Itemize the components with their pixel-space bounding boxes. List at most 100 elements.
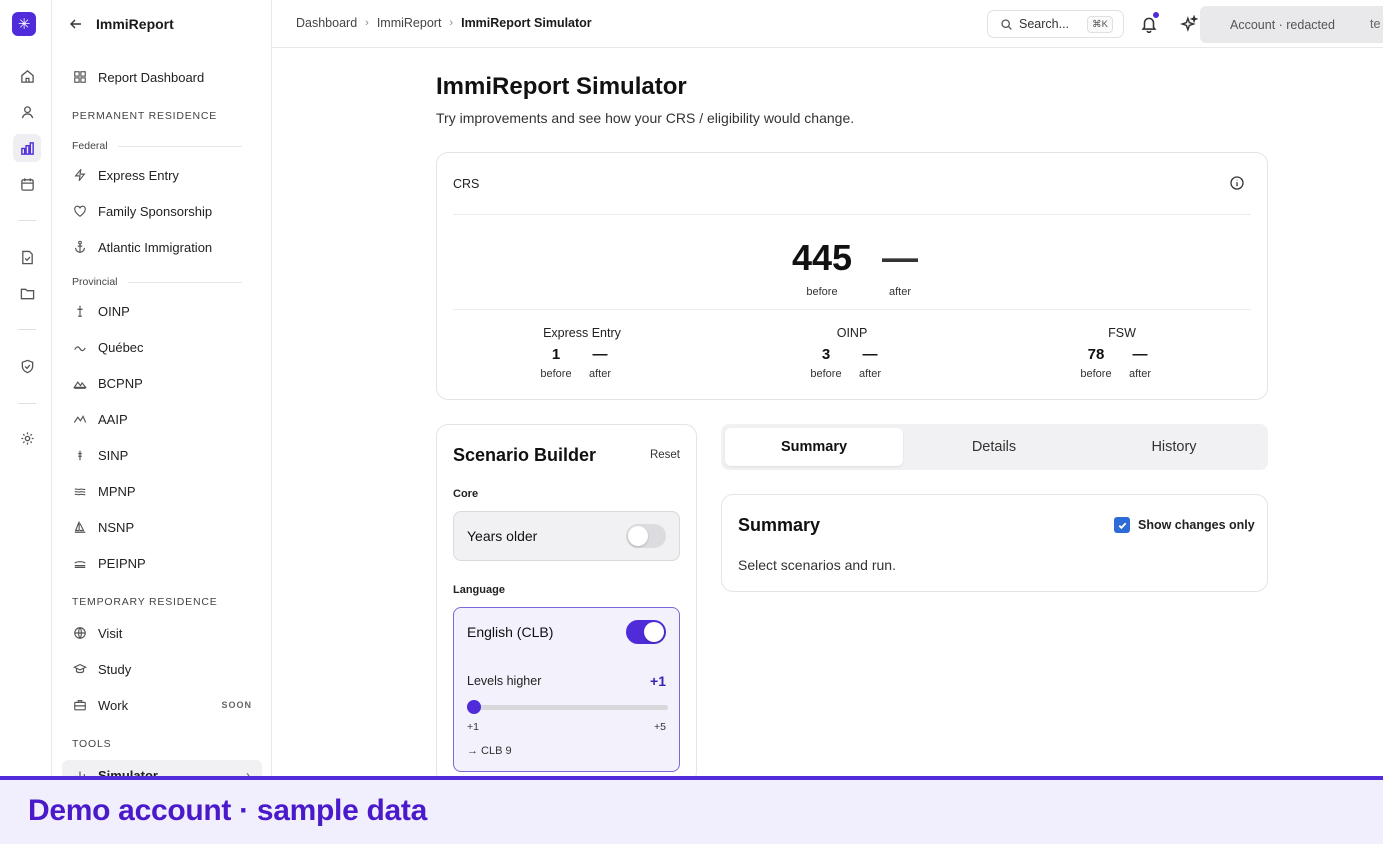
user-icon[interactable] [13, 98, 41, 126]
sailboat-icon [72, 519, 88, 535]
search-placeholder: Search... [1019, 17, 1070, 31]
breadcrumb-dashboard[interactable]: Dashboard [296, 16, 357, 30]
globe-icon [72, 625, 88, 641]
tab-history[interactable]: History [1085, 428, 1263, 466]
scenario-builder-title: Scenario Builder [453, 445, 597, 465]
quebec-icon [72, 339, 88, 355]
sidebar-item-oinp[interactable]: OINP [62, 296, 262, 326]
mountain-icon [72, 375, 88, 391]
sidebar: ImmiReport Report Dashboard PERMANENT RE… [52, 0, 272, 776]
folder-icon[interactable] [13, 279, 41, 307]
section-tools: TOOLS [72, 738, 112, 750]
after-label: after [858, 368, 881, 380]
notification-dot [1153, 12, 1159, 18]
sidebar-item-work[interactable]: Work SOON [62, 690, 262, 720]
sidebar-item-label: Express Entry [98, 167, 179, 183]
program-after: — [862, 346, 878, 363]
chart-icon[interactable] [13, 134, 41, 162]
wheat-icon [72, 447, 88, 463]
account-menu[interactable]: Account · redacted te [1200, 6, 1383, 43]
demo-banner-text: Demo account · sample data [28, 794, 427, 827]
years-older-option[interactable]: Years older [453, 511, 680, 561]
top-bar: Dashboard › ImmiReport › ImmiReport Simu… [272, 0, 1383, 48]
subsection-federal: Federal [72, 140, 242, 152]
before-label: before [810, 368, 842, 380]
sidebar-item-peipnp[interactable]: PEIPNP [62, 548, 262, 578]
account-label: Account · redacted [1230, 17, 1335, 32]
sidebar-item-report-dashboard[interactable]: Report Dashboard [62, 62, 262, 92]
sidebar-item-sinp[interactable]: SINP [62, 440, 262, 470]
program-after: — [1132, 346, 1148, 363]
app-logo-icon[interactable]: ✳ [12, 12, 36, 36]
before-label: before [1080, 368, 1112, 380]
sidebar-item-quebec[interactable]: Québec [62, 332, 262, 362]
sidebar-item-nsnp[interactable]: NSNP [62, 512, 262, 542]
breadcrumb: Dashboard › ImmiReport › ImmiReport Simu… [296, 16, 592, 30]
option-label: Years older [467, 528, 538, 544]
program-before: 3 [821, 346, 831, 363]
program-name: OINP [836, 326, 868, 340]
scenario-builder: Scenario Builder Reset Core Years older … [436, 424, 697, 784]
icon-rail: ✳ [0, 0, 52, 776]
sidebar-item-visit[interactable]: Visit [62, 618, 262, 648]
before-label: before [540, 368, 572, 380]
sidebar-item-label: Report Dashboard [98, 69, 205, 85]
show-changes-label[interactable]: Show changes only [1138, 518, 1255, 532]
sidebar-item-label: Work [98, 697, 129, 713]
program-stat-oinp: OINP 3 — before after [772, 326, 932, 380]
lightning-icon [72, 167, 88, 183]
info-icon[interactable] [1229, 175, 1245, 191]
program-name: FSW [1108, 326, 1136, 340]
document-check-icon[interactable] [13, 243, 41, 271]
slider-max-label: +5 [654, 721, 666, 733]
sidebar-item-family-sponsorship[interactable]: Family Sponsorship [62, 196, 262, 226]
reset-button[interactable]: Reset [650, 449, 680, 461]
tab-details[interactable]: Details [905, 428, 1083, 466]
sidebar-item-simulator[interactable]: Simulator › [62, 760, 262, 776]
heart-icon [72, 203, 88, 219]
chevron-right-icon: › [246, 768, 250, 776]
divider [453, 214, 1251, 215]
sparkles-icon[interactable] [1180, 14, 1199, 33]
program-stat-express-entry: Express Entry 1 — before after [502, 326, 662, 380]
sidebar-item-label: Simulator [98, 767, 158, 777]
grid-icon [72, 69, 88, 85]
after-label: after [1128, 368, 1151, 380]
program-after: — [592, 346, 608, 363]
sidebar-item-label: AAIP [98, 411, 128, 427]
bell-icon[interactable] [1140, 12, 1159, 34]
rail-divider [18, 329, 36, 330]
sidebar-item-label: Study [98, 661, 132, 677]
shield-check-icon[interactable] [13, 352, 41, 380]
slider-thumb[interactable] [467, 700, 481, 714]
crs-after-label: after [888, 286, 911, 298]
home-icon[interactable] [13, 62, 41, 90]
sidebar-item-label: SINP [98, 447, 129, 463]
sidebar-item-study[interactable]: Study [62, 654, 262, 684]
peaks-icon [72, 411, 88, 427]
briefcase-icon [72, 697, 88, 713]
years-older-toggle[interactable] [626, 524, 666, 548]
breadcrumb-immireport[interactable]: ImmiReport [377, 16, 442, 30]
english-clb-option[interactable]: English (CLB) Levels higher +1 +1 +5 → C… [453, 607, 680, 772]
calendar-icon[interactable] [13, 170, 41, 198]
sidebar-item-aaip[interactable]: AAIP [62, 404, 262, 434]
levels-slider[interactable] [467, 700, 668, 714]
sidebar-item-atlantic-immigration[interactable]: Atlantic Immigration [62, 232, 262, 262]
slider-min-label: +1 [467, 721, 479, 733]
section-temporary-residence: TEMPORARY RESIDENCE [72, 596, 218, 608]
summary-text: Select scenarios and run. [738, 557, 896, 573]
sidebar-item-label: Québec [98, 339, 144, 355]
show-changes-checkbox[interactable] [1114, 517, 1130, 533]
back-arrow-icon[interactable] [68, 16, 84, 32]
oinp-icon [72, 303, 88, 319]
sidebar-item-express-entry[interactable]: Express Entry [62, 160, 262, 190]
sidebar-item-bcpnp[interactable]: BCPNP [62, 368, 262, 398]
tab-summary[interactable]: Summary [725, 428, 903, 466]
gear-icon[interactable] [13, 424, 41, 452]
sidebar-item-mpnp[interactable]: MPNP [62, 476, 262, 506]
search-button[interactable]: Search... ⌘K [987, 10, 1124, 38]
crs-label: CRS [453, 177, 480, 191]
english-clb-toggle[interactable] [626, 620, 666, 644]
sidebar-header: ImmiReport [52, 0, 271, 48]
